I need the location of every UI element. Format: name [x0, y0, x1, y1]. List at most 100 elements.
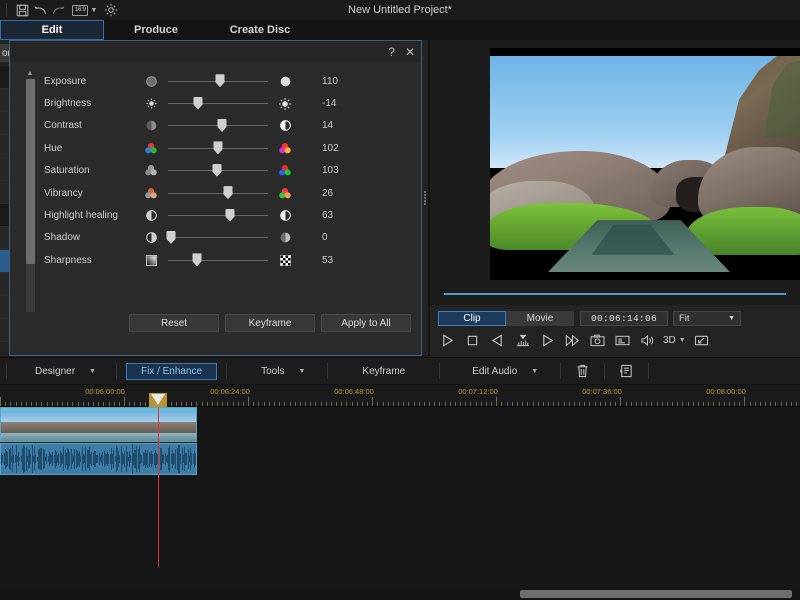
- scroll-track[interactable]: [26, 79, 35, 317]
- play-icon[interactable]: [438, 331, 457, 349]
- adjustment-label: Sharpness: [44, 255, 140, 266]
- slider-thumb[interactable]: [213, 164, 222, 177]
- slider-thumb[interactable]: [218, 119, 227, 132]
- adjustment-slider[interactable]: [168, 96, 268, 112]
- ruler-tick: [21, 402, 22, 406]
- edit-audio-button[interactable]: Edit Audio ▼: [462, 363, 548, 380]
- ruler-tick: [295, 402, 296, 406]
- hue-circles-icon: [140, 140, 162, 156]
- apply-to-all-button[interactable]: Apply to All: [321, 314, 411, 332]
- ruler-tick: [786, 402, 787, 406]
- dialog-scrollbar[interactable]: ▲ ▼: [24, 70, 36, 326]
- saturation-low-icon: [140, 163, 162, 179]
- slider-track: [168, 193, 268, 194]
- preview-progress-bar[interactable]: [444, 293, 786, 295]
- video-preview[interactable]: [490, 48, 800, 280]
- slider-thumb[interactable]: [226, 209, 235, 222]
- close-icon[interactable]: ✕: [405, 46, 415, 58]
- adjustment-slider[interactable]: [168, 118, 268, 134]
- adjustment-label: Highlight healing: [44, 210, 140, 221]
- ruler-tick: [41, 402, 42, 406]
- adjustment-slider[interactable]: [168, 140, 268, 156]
- snapshot-camera-icon[interactable]: [588, 331, 607, 349]
- display-mode-icon[interactable]: [613, 331, 632, 349]
- stop-icon[interactable]: [463, 331, 482, 349]
- tools-button[interactable]: Tools ▼: [251, 363, 315, 380]
- timeline-scrollbar[interactable]: [0, 588, 800, 600]
- fast-forward-icon[interactable]: [563, 331, 582, 349]
- ruler-tick: [662, 402, 663, 406]
- mode-movie-button[interactable]: Movie: [506, 311, 574, 326]
- scroll-up-icon[interactable]: ▲: [27, 70, 34, 78]
- ruler-tick: [207, 402, 208, 406]
- highlight-high-icon: [274, 208, 296, 224]
- ruler-tick: [439, 402, 440, 406]
- ruler-tick: [186, 402, 187, 406]
- volume-icon[interactable]: [638, 331, 657, 349]
- slider-thumb[interactable]: [193, 253, 202, 266]
- ruler-tick: [377, 402, 378, 406]
- zoom-mode-select[interactable]: Fit ▼: [673, 311, 741, 326]
- ruler-tick: [31, 402, 32, 406]
- slider-thumb[interactable]: [167, 231, 176, 244]
- help-icon[interactable]: ?: [388, 46, 395, 58]
- ruler-tick: [626, 402, 627, 406]
- adjustment-slider[interactable]: [168, 230, 268, 246]
- ruler-tick: [212, 402, 213, 406]
- resize-grip[interactable]: [424, 190, 428, 206]
- timeline-ruler[interactable]: 00:06:00:0000:06:24:0000:06:48:0000:07:1…: [0, 385, 800, 407]
- ruler-tick: [750, 402, 751, 406]
- fix-enhance-button[interactable]: Fix / Enhance: [126, 363, 217, 380]
- slider-thumb[interactable]: [194, 97, 203, 110]
- divider: [226, 363, 227, 379]
- keyframe-button[interactable]: Keyframe: [225, 314, 315, 332]
- adjustment-slider[interactable]: [168, 73, 268, 89]
- ruler-tick: [579, 402, 580, 406]
- designer-button[interactable]: Designer ▼: [25, 363, 106, 380]
- video-clip[interactable]: [0, 407, 197, 442]
- keyframe-button[interactable]: Keyframe: [352, 363, 415, 380]
- contrast-soft-icon: [140, 118, 162, 134]
- ruler-tick: [52, 402, 53, 406]
- trash-icon[interactable]: [569, 362, 595, 380]
- ruler-tick: [744, 397, 745, 406]
- adjustment-slider[interactable]: [168, 163, 268, 179]
- fullscreen-icon[interactable]: [692, 331, 711, 349]
- ruler-tick: [78, 402, 79, 406]
- properties-icon[interactable]: [613, 362, 639, 380]
- timecode-display[interactable]: 00:06:14:06: [580, 311, 668, 326]
- adjustment-slider[interactable]: [168, 252, 268, 268]
- next-frame-icon[interactable]: [538, 331, 557, 349]
- mode-clip-button[interactable]: Clip: [438, 311, 506, 326]
- slider-thumb[interactable]: [216, 74, 225, 87]
- set-marker-icon[interactable]: [513, 331, 532, 349]
- tab-create-disc[interactable]: Create Disc: [208, 20, 312, 40]
- adjustment-slider[interactable]: [168, 185, 268, 201]
- ruler-tick: [57, 402, 58, 406]
- reset-button[interactable]: Reset: [129, 314, 219, 332]
- ruler-tick: [781, 402, 782, 406]
- playhead-handle[interactable]: [149, 393, 167, 407]
- slider-thumb[interactable]: [214, 141, 223, 154]
- 3d-mode-button[interactable]: 3D ▼: [663, 335, 686, 346]
- sun-large-icon: [274, 96, 296, 112]
- adjustment-value: 103: [296, 165, 344, 176]
- adjustment-row-contrast: Contrast14: [44, 115, 414, 137]
- ruler-tick: [574, 402, 575, 406]
- slider-thumb[interactable]: [224, 186, 233, 199]
- scroll-thumb[interactable]: [26, 79, 35, 264]
- ruler-tick: [145, 402, 146, 406]
- previous-frame-icon[interactable]: [488, 331, 507, 349]
- scroll-thumb[interactable]: [520, 590, 792, 598]
- tab-produce[interactable]: Produce: [104, 20, 208, 40]
- ruler-tick: [631, 402, 632, 406]
- clip-thumbnail: [1, 411, 40, 442]
- adjustment-slider[interactable]: [168, 208, 268, 224]
- ruler-tick: [677, 402, 678, 406]
- ruler-tick: [770, 402, 771, 406]
- ruler-tick: [667, 402, 668, 406]
- ruler-label: 00:08:00:00: [706, 387, 746, 396]
- divider: [648, 363, 649, 379]
- audio-clip[interactable]: [0, 443, 197, 475]
- tab-edit[interactable]: Edit: [0, 20, 104, 40]
